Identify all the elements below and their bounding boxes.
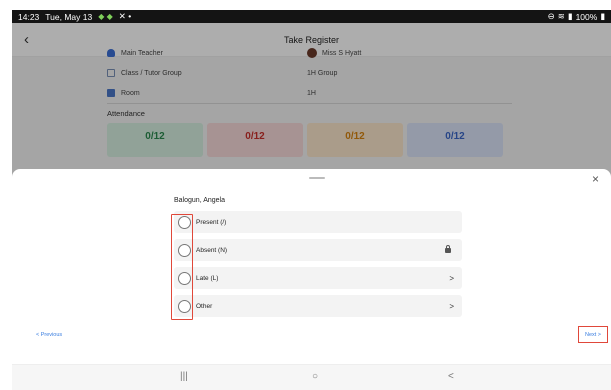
system-nav-bar: ||| ○ < [12, 364, 611, 390]
device-screen: 14:23 Tue, May 13 ◆ ◆ ✕ • ⊖ ≋ ▮ 100% ▮ ‹… [0, 0, 611, 390]
next-label: Next > [584, 331, 602, 338]
radio-highlight-box [171, 214, 193, 320]
status-date: Tue, May 13 [45, 11, 93, 22]
battery-level: 100% [575, 11, 598, 22]
android-icon: ◆ ◆ [98, 12, 113, 21]
status-bar: 14:23 Tue, May 13 ◆ ◆ ✕ • ⊖ ≋ ▮ 100% ▮ [12, 10, 611, 23]
option-present[interactable]: Present (/) [174, 211, 462, 233]
mark-attendance-sheet: × Balogun, Angela Present (/) Absent (N)… [12, 169, 611, 364]
status-time: 14:23 [18, 11, 40, 22]
signal-icon: ▮ [567, 11, 573, 21]
link-icon: ⊖ [547, 11, 555, 21]
recent-apps-button[interactable]: ||| [180, 371, 188, 382]
option-label: Absent (N) [196, 246, 228, 254]
lock-icon [445, 244, 451, 253]
drag-handle[interactable] [309, 177, 325, 179]
student-name: Balogun, Angela [174, 197, 225, 204]
home-button[interactable]: ○ [312, 371, 318, 382]
next-button[interactable]: Next > [578, 326, 608, 343]
option-other[interactable]: Other > [174, 295, 462, 317]
option-absent[interactable]: Absent (N) [174, 239, 462, 261]
chevron-right-icon: > [449, 301, 454, 311]
option-label: Late (L) [196, 274, 219, 282]
option-label: Other [196, 302, 213, 310]
battery-icon: ▮ [600, 11, 605, 21]
option-late[interactable]: Late (L) > [174, 267, 462, 289]
option-label: Present (/) [196, 218, 227, 226]
back-button[interactable]: < [448, 371, 454, 382]
chevron-right-icon: > [449, 273, 454, 283]
notification-icon: ✕ • [118, 11, 132, 21]
previous-button[interactable]: < Previous [36, 332, 62, 338]
close-icon[interactable]: × [592, 173, 599, 185]
wifi-icon: ≋ [557, 11, 565, 21]
